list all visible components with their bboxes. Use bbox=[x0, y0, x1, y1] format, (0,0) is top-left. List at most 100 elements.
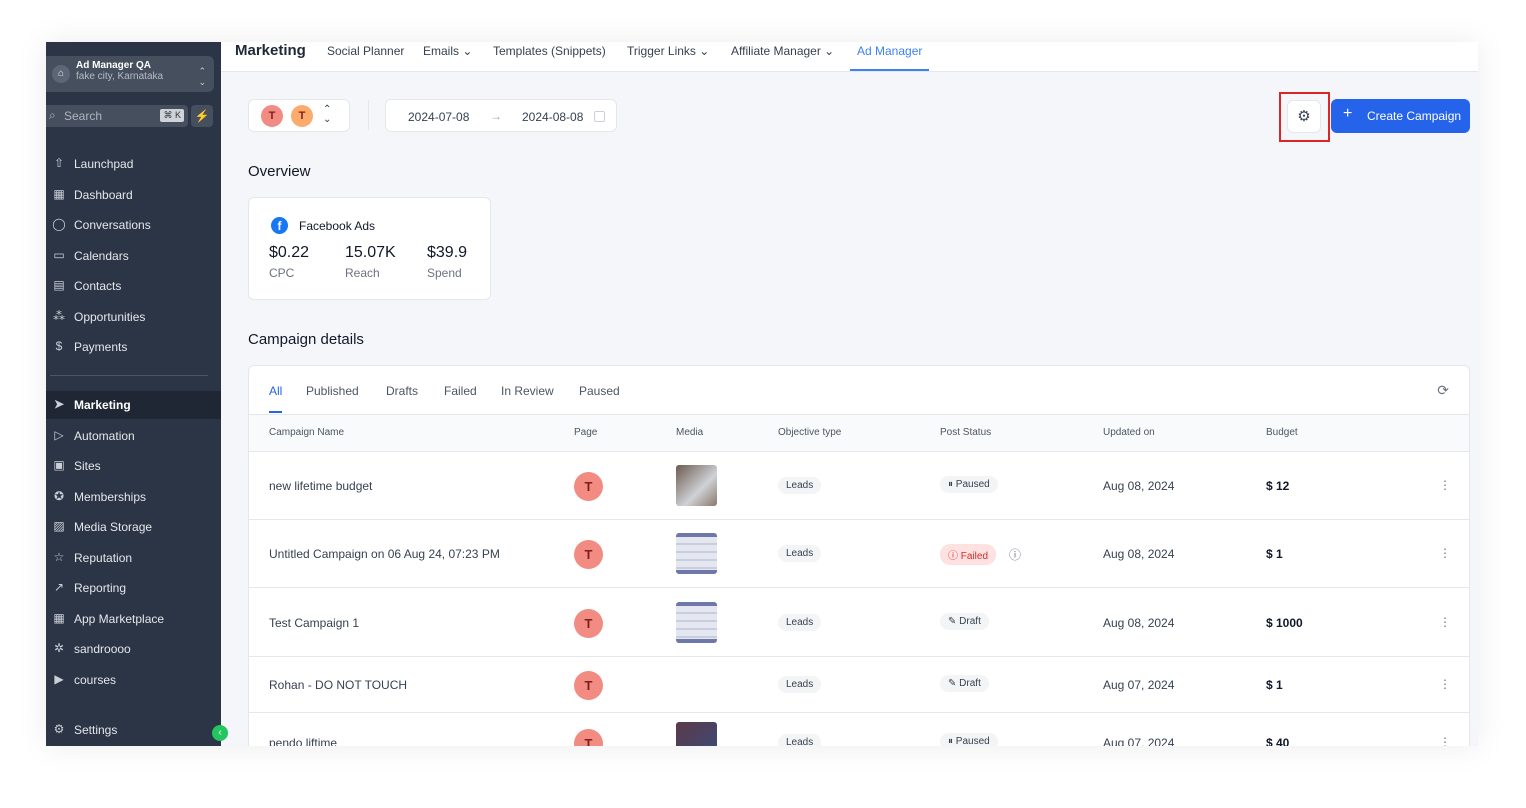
sidebar-item-calendars[interactable]: ▭ Calendars bbox=[46, 242, 221, 270]
column-header[interactable]: Objective type bbox=[778, 427, 841, 438]
trend-icon: ↗ bbox=[53, 580, 65, 594]
table-row[interactable]: new lifetime budget T Leads ⏸ Paused Aug… bbox=[249, 451, 1469, 519]
sidebar-item-label: Media Storage bbox=[74, 520, 153, 534]
column-header[interactable]: Media bbox=[676, 427, 703, 438]
updated-on: Aug 07, 2024 bbox=[1103, 678, 1175, 692]
status-failed-icon: ⓘ bbox=[948, 551, 961, 562]
tab-failed[interactable]: Failed bbox=[444, 384, 477, 398]
more-options-icon[interactable]: ⋮ bbox=[1439, 677, 1451, 691]
campaign-name[interactable]: Test Campaign 1 bbox=[269, 616, 359, 630]
tab-ad-manager[interactable]: Ad Manager bbox=[850, 44, 930, 71]
account-switcher[interactable]: ⌂ Ad Manager QA fake city, Karnataka ⌃ ⌄ bbox=[46, 56, 214, 92]
sidebar-item-contacts[interactable]: ▤ Contacts bbox=[46, 272, 221, 300]
budget: $ 1000 bbox=[1266, 615, 1303, 630]
facebook-ads-card: f Facebook Ads $0.22 CPC 15.07K Reach $39.9 S… bbox=[248, 197, 491, 300]
sidebar: ⌂ Ad Manager QA fake city, Karnataka ⌃ ⌄ … bbox=[46, 42, 228, 746]
metric-value: $39.9 bbox=[427, 244, 468, 261]
metric-spend: $39.9 Spend bbox=[427, 244, 467, 280]
column-header[interactable]: Post Status bbox=[940, 427, 991, 438]
sidebar-item-conversations[interactable]: ◯ Conversations bbox=[46, 211, 221, 239]
plus-icon: + bbox=[1343, 105, 1353, 122]
tab-label: Templates (Snippets) bbox=[493, 44, 606, 58]
refresh-icon[interactable]: ⟳ bbox=[1437, 382, 1449, 399]
campaign-name[interactable]: pendo liftime bbox=[269, 736, 337, 746]
more-options-icon[interactable]: ⋮ bbox=[1439, 615, 1451, 629]
campaign-name[interactable]: Rohan - DO NOT TOUCH bbox=[269, 678, 407, 692]
tab-drafts[interactable]: Drafts bbox=[386, 384, 418, 398]
media-thumbnail[interactable] bbox=[676, 465, 717, 506]
info-icon[interactable]: ⓘ bbox=[1009, 546, 1021, 563]
start-date: 2024-07-08 bbox=[408, 110, 470, 124]
tab-label: Social Planner bbox=[327, 44, 405, 58]
sidebar-item-reputation[interactable]: ☆ Reputation bbox=[46, 544, 221, 572]
more-options-icon[interactable]: ⋮ bbox=[1439, 546, 1451, 560]
column-header[interactable]: Budget bbox=[1266, 427, 1298, 438]
sidebar-item-payments[interactable]: $ Payments bbox=[46, 333, 221, 361]
tab-trigger-links[interactable]: Trigger Links ⌄ bbox=[627, 44, 709, 58]
table-row[interactable]: Rohan - DO NOT TOUCH T Leads ✎ Draft Aug… bbox=[249, 656, 1469, 712]
objective-badge: Leads bbox=[778, 477, 822, 494]
sidebar-item-media-storage[interactable]: ▨ Media Storage bbox=[46, 513, 221, 541]
sidebar-item-label: Settings bbox=[74, 723, 118, 737]
campaign-table: All Published Drafts Failed In Review Paused … bbox=[248, 365, 1470, 746]
tab-affiliate-manager[interactable]: Affiliate Manager ⌄ bbox=[731, 44, 834, 58]
create-campaign-label: Create Campaign bbox=[1367, 109, 1462, 123]
sidebar-divider bbox=[50, 375, 208, 376]
tab-social-planner[interactable]: Social Planner bbox=[327, 44, 404, 58]
sidebar-item-dashboard[interactable]: ▦ Dashboard bbox=[46, 181, 221, 209]
search-input[interactable]: ⌕ Search ⌘ K bbox=[46, 105, 188, 127]
sidebar-item-sandroooo[interactable]: ✲ sandroooo bbox=[46, 635, 221, 663]
tab-published[interactable]: Published bbox=[306, 384, 359, 398]
sidebar-item-sites[interactable]: ▣ Sites bbox=[46, 452, 221, 480]
automation-icon: ▷ bbox=[54, 427, 64, 442]
campaign-name[interactable]: Untitled Campaign on 06 Aug 24, 07:23 PM bbox=[269, 547, 500, 561]
updated-on: Aug 08, 2024 bbox=[1103, 547, 1175, 561]
tab-paused[interactable]: Paused bbox=[579, 384, 620, 398]
table-row[interactable]: Untitled Campaign on 06 Aug 24, 07:23 PM… bbox=[249, 519, 1469, 587]
contacts-icon: ▤ bbox=[53, 278, 65, 292]
metric-cpc: $0.22 CPC bbox=[269, 244, 309, 280]
create-campaign-button[interactable]: + Create Campaign bbox=[1331, 99, 1470, 133]
metric-value: 15.07K bbox=[345, 244, 396, 261]
media-thumbnail[interactable] bbox=[676, 601, 717, 643]
table-row[interactable]: pendo liftime T Leads ⏸ Paused Aug 07, 2… bbox=[249, 712, 1469, 746]
sidebar-item-memberships[interactable]: ✪ Memberships bbox=[46, 483, 221, 511]
date-range-picker[interactable]: 2024-07-08 → 2024-08-08 bbox=[385, 99, 617, 132]
sidebar-item-reporting[interactable]: ↗ Reporting bbox=[46, 574, 221, 602]
tab-emails[interactable]: Emails ⌄ bbox=[423, 44, 472, 58]
sidebar-item-label: Reporting bbox=[74, 581, 127, 595]
media-thumbnail[interactable] bbox=[676, 722, 717, 746]
arrow-right-icon: → bbox=[490, 109, 502, 123]
payments-icon: $ bbox=[55, 339, 63, 353]
sidebar-item-launchpad[interactable]: ⇧ Launchpad bbox=[46, 150, 221, 178]
sidebar-item-app-marketplace[interactable]: ▦ App Marketplace bbox=[46, 605, 221, 633]
sidebar-item-opportunities[interactable]: ⁂ Opportunities bbox=[46, 303, 221, 331]
page-selector[interactable]: T T ⌃ ⌄ bbox=[248, 99, 350, 132]
page-avatar: T bbox=[291, 105, 313, 127]
metric-reach: 15.07K Reach bbox=[345, 244, 396, 280]
more-options-icon[interactable]: ⋮ bbox=[1439, 478, 1451, 492]
tab-all[interactable]: All bbox=[269, 384, 283, 413]
tab-label: Affiliate Manager bbox=[731, 44, 821, 58]
sidebar-item-courses[interactable]: ▶ courses bbox=[46, 666, 221, 694]
settings-gear-button[interactable]: ⚙ bbox=[1287, 100, 1321, 133]
column-header[interactable]: Updated on bbox=[1103, 427, 1155, 438]
sidebar-item-marketing[interactable]: ➤ Marketing bbox=[46, 391, 221, 419]
collapse-sidebar-button[interactable]: ‹ bbox=[212, 725, 228, 741]
end-date: 2024-08-08 bbox=[522, 110, 584, 124]
quick-action-bolt-icon[interactable]: ⚡ bbox=[191, 105, 213, 127]
table-row[interactable]: Test Campaign 1 T Leads ✎ Draft Aug 08, … bbox=[249, 587, 1469, 656]
more-options-icon[interactable]: ⋮ bbox=[1439, 735, 1451, 746]
image-icon: ▨ bbox=[53, 519, 65, 533]
tab-in-review[interactable]: In Review bbox=[501, 384, 554, 398]
column-header[interactable]: Campaign Name bbox=[269, 427, 344, 438]
updated-on: Aug 08, 2024 bbox=[1103, 615, 1175, 630]
column-header[interactable]: Page bbox=[574, 427, 597, 438]
sidebar-item-settings[interactable]: ⚙ Settings bbox=[46, 716, 221, 744]
campaign-name[interactable]: new lifetime budget bbox=[269, 479, 372, 493]
status-badge: ⓘ Failed bbox=[940, 544, 997, 565]
tab-templates-snippets-[interactable]: Templates (Snippets) bbox=[493, 44, 606, 58]
sidebar-item-automation[interactable]: ▷ Automation bbox=[46, 422, 221, 450]
media-thumbnail[interactable] bbox=[676, 533, 717, 574]
sidebar-item-label: App Marketplace bbox=[74, 611, 165, 626]
